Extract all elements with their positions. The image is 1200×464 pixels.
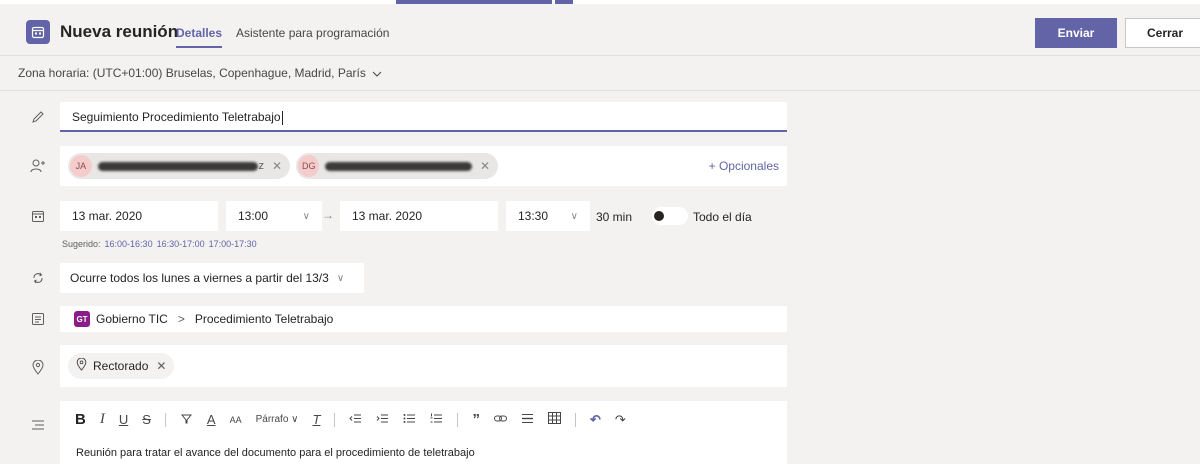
redo-icon[interactable]: ↷ bbox=[615, 412, 626, 428]
description-editor[interactable]: B I U S A AA Párrafo ∨ T ” ↶ ↷ Reunión p… bbox=[60, 401, 787, 464]
pencil-icon bbox=[30, 109, 46, 125]
strikethrough-icon[interactable]: S bbox=[142, 412, 151, 427]
redacted-name bbox=[325, 161, 472, 171]
send-button[interactable]: Enviar bbox=[1035, 18, 1117, 48]
attendee-chip[interactable]: DG ✕ bbox=[296, 153, 498, 179]
location-input[interactable]: Rectorado ✕ bbox=[60, 345, 787, 387]
suggested-time-link[interactable]: 16:00-16:30 bbox=[105, 239, 153, 249]
location-pin-icon bbox=[76, 357, 87, 374]
start-date-value: 13 mar. 2020 bbox=[72, 209, 143, 223]
tab-detalles[interactable]: Detalles bbox=[176, 26, 223, 48]
channel-name: Procedimiento Teletrabajo bbox=[194, 312, 334, 326]
chevron-down-icon: ∨ bbox=[302, 210, 310, 222]
suggested-time-link[interactable]: 17:00-17:30 bbox=[209, 239, 257, 249]
bulleted-list-icon[interactable] bbox=[403, 412, 416, 427]
horizontal-rule-icon[interactable] bbox=[521, 412, 534, 427]
tab-scheduling-assistant[interactable]: Asistente para programación bbox=[236, 26, 389, 40]
channel-selector[interactable]: GT Gobierno TIC > Procedimiento Teletrab… bbox=[60, 306, 787, 332]
italic-icon[interactable]: I bbox=[100, 411, 105, 428]
location-pin-icon bbox=[30, 359, 46, 375]
header: Nueva reunión Detalles Asistente para pr… bbox=[0, 4, 1200, 56]
undo-icon[interactable]: ↶ bbox=[590, 412, 601, 428]
redacted-name bbox=[97, 161, 259, 171]
calendar-icon bbox=[30, 208, 46, 224]
table-icon[interactable] bbox=[547, 412, 561, 427]
font-size-icon[interactable]: AA bbox=[230, 415, 242, 425]
bold-icon[interactable]: B bbox=[75, 411, 86, 428]
duration-label: 30 min bbox=[596, 210, 633, 224]
optional-attendees-link[interactable]: + Opcionales bbox=[709, 159, 779, 173]
all-day-toggle[interactable] bbox=[652, 207, 688, 225]
end-date-value: 13 mar. 2020 bbox=[352, 209, 423, 223]
start-time-value: 13:00 bbox=[238, 209, 269, 223]
details-list-icon bbox=[30, 417, 46, 433]
calendar-app-icon bbox=[26, 20, 50, 44]
paragraph-style-value: Párrafo bbox=[255, 414, 289, 425]
end-date-picker[interactable]: 13 mar. 2020 bbox=[340, 201, 498, 231]
attendee-chip[interactable]: JA z ✕ bbox=[68, 153, 290, 179]
recurrence-value: Ocurre todos los lunes a viernes a parti… bbox=[70, 271, 329, 285]
chevron-down-icon: ∨ bbox=[570, 210, 578, 222]
breadcrumb-separator: > bbox=[177, 312, 185, 326]
link-icon[interactable] bbox=[493, 412, 507, 427]
repeat-icon bbox=[30, 270, 46, 286]
attendee-name-fragment: z bbox=[258, 160, 264, 172]
clear-formatting-icon[interactable]: T bbox=[313, 412, 321, 427]
avatar: DG bbox=[298, 155, 320, 177]
suggested-times: Sugerido: 16:00-16:30 16:30-17:00 17:00-… bbox=[62, 239, 257, 249]
formatting-toolbar: B I U S A AA Párrafo ∨ T ” ↶ ↷ bbox=[75, 411, 626, 428]
location-value: Rectorado bbox=[93, 359, 149, 373]
meeting-title-input[interactable]: Seguimiento Procedimiento Teletrabajo bbox=[60, 102, 787, 132]
attendees-input[interactable]: JA z ✕ DG ✕ + Opcionales bbox=[60, 146, 787, 186]
toolbar-separator bbox=[164, 412, 166, 427]
divider bbox=[0, 90, 1200, 91]
remove-icon[interactable]: ✕ bbox=[480, 159, 490, 173]
font-color-icon[interactable]: A bbox=[207, 412, 216, 427]
chevron-down-icon: ∨ bbox=[336, 272, 345, 284]
remove-icon[interactable]: ✕ bbox=[156, 359, 166, 373]
timezone-label: Zona horaria: (UTC+01:00) Bruselas, Cope… bbox=[18, 66, 366, 80]
increase-indent-icon[interactable] bbox=[376, 412, 389, 427]
team-name: Gobierno TIC bbox=[96, 312, 168, 326]
text-caret bbox=[281, 110, 283, 125]
decrease-indent-icon[interactable] bbox=[349, 412, 362, 427]
toolbar-separator bbox=[334, 412, 336, 427]
remove-icon[interactable]: ✕ bbox=[272, 159, 282, 173]
end-time-value: 13:30 bbox=[518, 209, 549, 223]
add-people-icon bbox=[30, 158, 46, 174]
start-date-picker[interactable]: 13 mar. 2020 bbox=[60, 201, 218, 231]
paragraph-style-dropdown[interactable]: Párrafo ∨ bbox=[256, 414, 299, 425]
channel-icon bbox=[30, 311, 46, 327]
avatar: JA bbox=[70, 155, 92, 177]
recurrence-select[interactable]: Ocurre todos los lunes a viernes a parti… bbox=[60, 263, 364, 293]
numbered-list-icon[interactable] bbox=[430, 412, 443, 427]
toolbar-separator bbox=[457, 412, 459, 427]
end-time-select[interactable]: 13:30 ∨ bbox=[506, 201, 590, 231]
all-day-label: Todo el día bbox=[693, 210, 752, 224]
toolbar-separator bbox=[574, 412, 576, 427]
chevron-down-icon bbox=[372, 66, 382, 80]
meeting-title-value: Seguimiento Procedimiento Teletrabajo bbox=[72, 110, 281, 124]
suggested-label: Sugerido: bbox=[62, 239, 101, 249]
page-title: Nueva reunión bbox=[60, 22, 179, 41]
quote-icon[interactable]: ” bbox=[472, 411, 480, 428]
suggested-time-link[interactable]: 16:30-17:00 bbox=[157, 239, 205, 249]
arrow-right-icon: → bbox=[322, 208, 334, 222]
location-chip[interactable]: Rectorado ✕ bbox=[68, 353, 175, 379]
description-text: Reunión para tratar el avance del docume… bbox=[76, 447, 475, 459]
highlight-icon[interactable] bbox=[180, 412, 193, 428]
underline-icon[interactable]: U bbox=[119, 412, 128, 427]
team-badge: GT bbox=[74, 311, 90, 327]
toggle-knob bbox=[654, 211, 664, 221]
close-button[interactable]: Cerrar bbox=[1125, 18, 1200, 48]
start-time-select[interactable]: 13:00 ∨ bbox=[226, 201, 322, 231]
timezone-selector[interactable]: Zona horaria: (UTC+01:00) Bruselas, Cope… bbox=[18, 66, 382, 80]
